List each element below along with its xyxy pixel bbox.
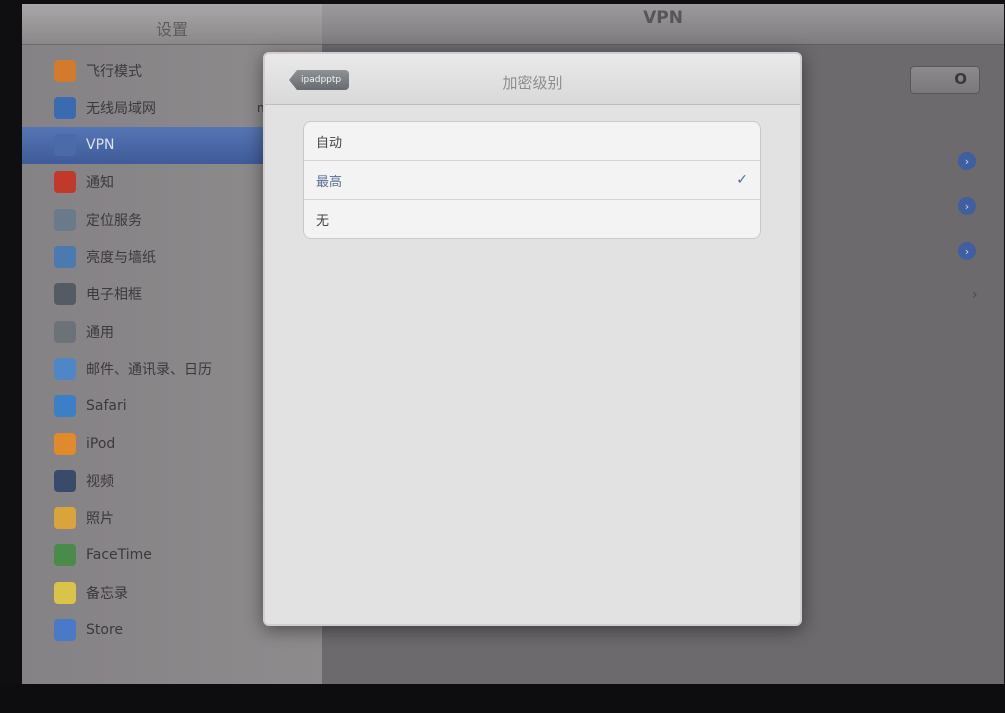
sidebar-item-label: 通用 <box>86 324 114 341</box>
toggle-label: O <box>954 70 967 88</box>
popover-body: 自动 最高 ✓ 无 <box>265 105 800 624</box>
chevron-right-icon[interactable]: › <box>972 287 978 303</box>
option-label: 无 <box>316 213 330 229</box>
sidebar-item-label: 照片 <box>86 511 114 528</box>
sidebar-item-label: Safari <box>86 398 127 415</box>
picture-frame-icon <box>54 283 76 306</box>
option-none[interactable]: 无 <box>304 200 760 238</box>
airplane-icon <box>54 59 76 82</box>
sidebar-item-label: Store <box>86 622 124 638</box>
encryption-level-popover: ipadpptp 加密级别 自动 最高 ✓ 无 <box>263 52 802 626</box>
sidebar-item-label: 定位服务 <box>86 212 142 229</box>
facetime-icon <box>54 544 76 567</box>
popover-navbar: ipadpptp 加密级别 <box>265 54 800 105</box>
sidebar-item-label: 邮件、通讯录、日历 <box>86 361 212 378</box>
sidebar-item-label: 备忘录 <box>86 585 128 602</box>
sidebar-title: 设置 <box>155 20 188 39</box>
disclosure-button-3[interactable]: › <box>958 242 976 260</box>
sidebar-item-label: VPN <box>86 137 115 154</box>
store-icon <box>54 619 76 641</box>
wifi-icon <box>54 96 76 119</box>
ipad-screen: 设置 飞行模式无线局域网niVPN通知定位服务亮度与墙纸电子相框通用邮件、通讯录… <box>22 4 1004 684</box>
safari-icon <box>54 395 76 418</box>
sidebar-item-label: 飞行模式 <box>86 63 142 80</box>
notifications-icon <box>54 171 76 194</box>
notes-icon <box>54 581 76 604</box>
vpn-icon <box>54 134 76 157</box>
option-auto[interactable]: 自动 <box>304 122 760 161</box>
brightness-icon <box>54 246 76 268</box>
detail-title: VPN <box>643 8 683 28</box>
device-bezel <box>0 684 1005 713</box>
sidebar-item-label: 视频 <box>86 473 114 490</box>
mail-icon <box>54 357 76 380</box>
sidebar-item-vpn[interactable]: VPN <box>22 126 276 164</box>
checkmark-icon: ✓ <box>736 172 748 188</box>
disclosure-button-1[interactable]: › <box>958 152 976 170</box>
sidebar-item-label: FaceTime <box>86 547 152 564</box>
video-icon <box>54 469 76 492</box>
disclosure-button-2[interactable]: › <box>958 197 976 215</box>
encryption-options: 自动 最高 ✓ 无 <box>303 121 761 239</box>
gear-icon <box>54 320 76 343</box>
detail-header: VPN <box>322 4 1004 45</box>
option-label: 最高 <box>316 174 343 190</box>
sidebar-item-label: iPod <box>86 435 116 452</box>
sidebar-item-label: 通知 <box>86 175 114 192</box>
popover-title: 加密级别 <box>502 74 563 92</box>
photos-icon <box>54 507 76 530</box>
option-label: 自动 <box>316 135 343 151</box>
sidebar-header: 设置 <box>22 4 322 45</box>
sidebar-item-label: 亮度与墙纸 <box>86 250 156 266</box>
sidebar-item-label: 电子相框 <box>86 287 142 304</box>
sidebar-item-label: 无线局域网 <box>86 100 156 117</box>
option-highest[interactable]: 最高 ✓ <box>304 161 760 200</box>
vpn-toggle[interactable]: O <box>910 66 980 94</box>
ipod-icon <box>54 432 76 455</box>
location-icon <box>54 208 76 231</box>
